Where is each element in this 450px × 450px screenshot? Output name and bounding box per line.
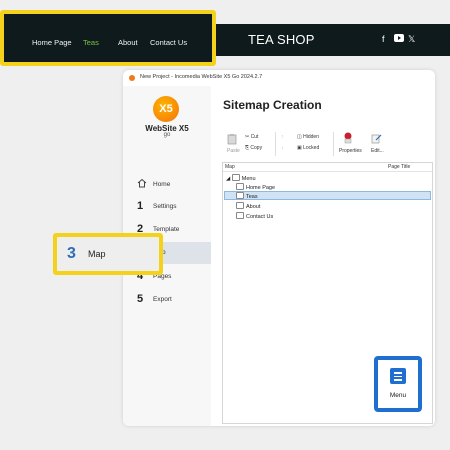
page-icon <box>236 202 244 209</box>
tree-item-home-page[interactable]: Home Page <box>236 183 275 191</box>
column-map: Map <box>225 164 235 170</box>
nav-link-home-page[interactable]: Home Page <box>32 38 72 47</box>
copy-icon: ⎘ <box>245 145 250 151</box>
properties-icon <box>344 132 352 144</box>
callout-number: 3 <box>67 245 76 262</box>
tree-root-menu[interactable]: ◢ Menu <box>226 174 256 182</box>
facebook-icon[interactable]: f <box>382 34 385 44</box>
copy-label: Copy <box>250 145 263 151</box>
step-number: 5 <box>137 293 144 305</box>
move-down-icon[interactable]: ↓ <box>281 145 284 151</box>
edit-icon <box>371 134 382 144</box>
paste-button[interactable]: Paste <box>227 148 240 154</box>
tree-item-about[interactable]: About <box>236 202 260 210</box>
hidden-label: Hidden <box>303 134 319 140</box>
map-step-callout[interactable]: 3 Map <box>53 233 163 275</box>
hamburger-menu-icon <box>390 368 406 384</box>
folder-icon <box>231 174 240 181</box>
cut-button[interactable]: ✂ Cut <box>245 134 258 140</box>
lock-icon: ▣ <box>297 145 302 151</box>
website-nav-highlight: Home Page Teas About Contact Us <box>0 10 216 66</box>
tree-label: Contact Us <box>246 214 274 220</box>
tree-item-contact-us[interactable]: Contact Us <box>236 212 273 220</box>
step-export[interactable]: 5 Export <box>137 293 172 305</box>
menu-button[interactable]: Menu <box>374 356 422 412</box>
step-label: Home <box>153 181 171 188</box>
nav-link-teas[interactable]: Teas <box>83 38 99 47</box>
tree-item-teas[interactable]: Teas <box>236 192 258 200</box>
step-label: Export <box>153 296 172 303</box>
tree-label: Menu <box>241 176 256 182</box>
app-icon <box>129 75 135 81</box>
step-label: Template <box>153 226 180 233</box>
step-settings[interactable]: 1 Settings <box>137 200 177 212</box>
step-number: 1 <box>137 200 144 212</box>
column-page-title: Page Title <box>388 164 411 170</box>
locked-label: Locked <box>303 145 320 151</box>
page-icon <box>236 212 244 219</box>
cut-icon: ✂ <box>245 134 250 140</box>
callout-label: Map <box>88 249 106 259</box>
step-label: Settings <box>153 203 177 210</box>
nav-link-about[interactable]: About <box>118 38 138 47</box>
tree-header: Map Page Title <box>223 163 432 172</box>
window-titlebar: New Project - Incomedia WebSite X5 Go 20… <box>123 70 435 86</box>
hidden-button[interactable]: ◫ Hidden <box>297 134 319 140</box>
nav-link-contact-us[interactable]: Contact Us <box>150 38 187 47</box>
logo-text: X5 <box>159 103 173 115</box>
tree-label: Teas <box>246 194 258 200</box>
properties-button[interactable]: Properties <box>339 148 362 154</box>
toolbar-divider <box>333 132 334 156</box>
hidden-icon: ◫ <box>297 134 302 140</box>
toolbar-divider <box>275 132 276 156</box>
menu-label: Menu <box>389 392 407 399</box>
move-up-icon[interactable]: ↑ <box>281 134 284 140</box>
cut-label: Cut <box>250 134 259 140</box>
window-title: New Project - Incomedia WebSite X5 Go 20… <box>140 74 263 80</box>
edit-button[interactable]: Edit... <box>371 148 384 154</box>
site-title: TEA SHOP <box>248 32 315 47</box>
page-icon <box>236 192 244 199</box>
copy-button[interactable]: ⎘ Copy <box>245 145 262 151</box>
youtube-icon[interactable] <box>394 34 404 44</box>
x-icon[interactable]: 𝕏 <box>408 34 415 44</box>
collapse-arrow-icon: ◢ <box>226 176 231 182</box>
paste-icon <box>227 134 237 145</box>
tree-label: About <box>246 204 261 210</box>
websitex5-logo-icon: X5 <box>153 96 179 122</box>
page-icon <box>236 183 244 190</box>
step-home[interactable]: Home <box>137 178 170 190</box>
home-icon <box>137 178 147 188</box>
brand-sub: go <box>163 132 171 138</box>
sitemap-toolbar: Paste ✂ Cut ⎘ Copy ↑ ↓ ◫ Hidden ▣ Locked… <box>221 130 431 160</box>
locked-button[interactable]: ▣ Locked <box>297 145 319 151</box>
page-title: Sitemap Creation <box>223 98 322 112</box>
